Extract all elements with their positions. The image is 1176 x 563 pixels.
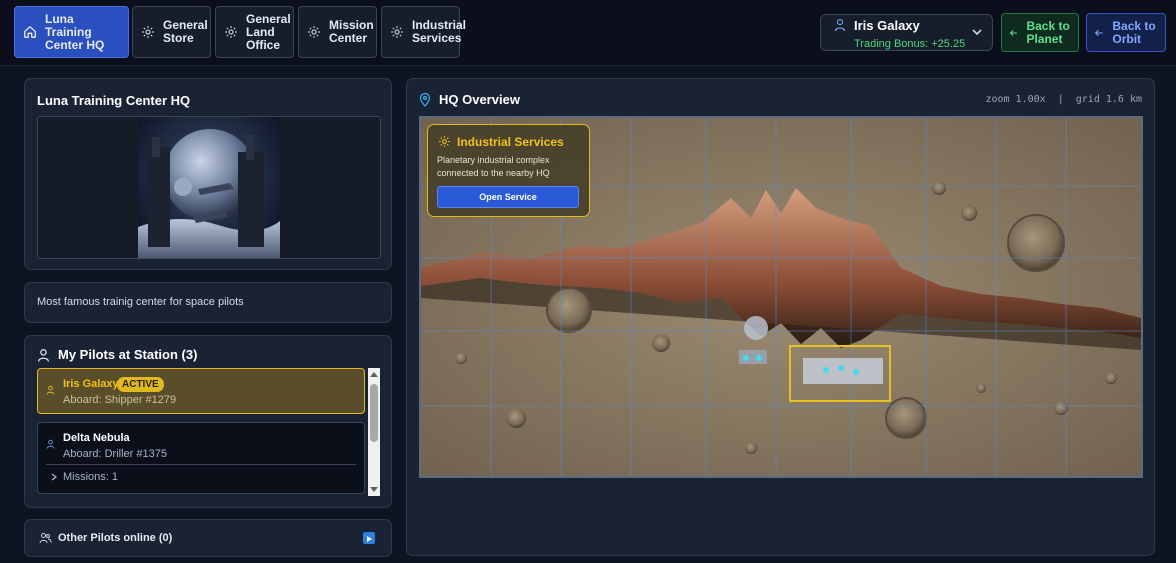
tab-label: Luna Training Center HQ — [45, 11, 105, 52]
tab-general-land-office[interactable]: General Land Office — [215, 6, 294, 58]
pilots-header: My Pilots at Station (3) — [37, 347, 197, 362]
scroll-up-icon[interactable] — [369, 370, 379, 380]
hq-description-card: Most famous trainig center for space pil… — [24, 282, 392, 323]
pilot-name: Iris Galaxy — [63, 378, 119, 390]
expand-toggle[interactable] — [363, 532, 375, 544]
back-to-orbit-button[interactable]: Back to Orbit — [1086, 13, 1166, 52]
hq-image-frame — [37, 116, 381, 259]
selected-building-highlight[interactable] — [789, 345, 891, 402]
my-pilots-card: My Pilots at Station (3) Iris Galaxy ACT… — [24, 335, 392, 508]
map-header: HQ Overview — [419, 92, 520, 107]
popup-description: Planetary industrial complex connected t… — [437, 155, 550, 178]
tab-label: Industrial Services — [412, 18, 467, 45]
hq-image — [138, 117, 280, 258]
tab-general-store[interactable]: General Store — [132, 6, 211, 58]
user-icon — [46, 439, 55, 449]
tab-mission-center[interactable]: Mission Center — [298, 6, 377, 58]
pilot-list: Iris Galaxy ACTIVE Aboard: Shipper #1279… — [37, 368, 380, 496]
tab-label: General Land Office — [246, 11, 291, 52]
user-icon — [46, 385, 55, 395]
gear-icon — [142, 26, 154, 38]
missions-label: Missions: 1 — [63, 471, 119, 483]
hq-title: Luna Training Center HQ — [37, 93, 191, 108]
pilot-list-scrollbar[interactable] — [368, 368, 380, 496]
back-to-planet-button[interactable]: Back to Planet — [1001, 13, 1079, 52]
back-to-orbit-label: Back to Orbit — [1112, 18, 1156, 46]
pilot-selector-dropdown[interactable]: Iris Galaxy Trading Bonus: +25.25 — [820, 14, 993, 51]
gear-icon — [391, 26, 403, 38]
other-pilots-card[interactable]: Other Pilots online (0) — [24, 519, 392, 557]
hq-map-view[interactable]: Industrial Services Planetary industrial… — [419, 116, 1143, 478]
tab-label: Mission Center — [329, 18, 374, 45]
gear-icon — [225, 26, 237, 38]
missions-toggle[interactable]: Missions: 1 — [51, 471, 118, 483]
pilot-name: Iris Galaxy — [854, 18, 920, 33]
user-icon — [834, 18, 846, 32]
scrollbar-thumb[interactable] — [370, 384, 378, 442]
gear-icon — [439, 136, 450, 147]
industrial-services-popup: Industrial Services Planetary industrial… — [427, 124, 590, 217]
pilot-aboard: Aboard: Shipper #1279 — [63, 394, 177, 406]
tab-industrial-services[interactable]: Industrial Services — [381, 6, 466, 58]
user-icon — [38, 348, 49, 362]
pilot-item-iris-galaxy[interactable]: Iris Galaxy ACTIVE Aboard: Shipper #1279 — [37, 368, 365, 414]
users-icon — [39, 533, 52, 544]
chevron-down-icon — [972, 29, 982, 36]
back-to-planet-label: Back to Planet — [1026, 18, 1070, 46]
hq-overview-panel: HQ Overview zoom 1.00x | grid 1.6 km Ind… — [406, 78, 1155, 556]
pilot-item-delta-nebula[interactable]: Delta Nebula Aboard: Driller #1375 Missi… — [37, 422, 365, 494]
tab-luna-training-center-hq[interactable]: Luna Training Center HQ — [14, 6, 129, 58]
popup-title: Industrial Services — [457, 135, 564, 149]
tab-label: General Store — [163, 18, 208, 45]
home-icon — [24, 26, 36, 38]
map-title: HQ Overview — [439, 92, 520, 107]
trading-bonus: Trading Bonus: +25.25 — [854, 38, 966, 50]
map-pin-icon — [419, 92, 431, 107]
open-service-button[interactable]: Open Service — [437, 186, 579, 208]
hq-card: Luna Training Center HQ — [24, 78, 392, 270]
pilot-name: Delta Nebula — [63, 432, 130, 444]
play-icon — [367, 536, 372, 542]
scroll-down-icon[interactable] — [369, 484, 379, 494]
map-zoom-grid-readout: zoom 1.00x | grid 1.6 km — [985, 94, 1142, 105]
pilots-title: My Pilots at Station (3) — [58, 347, 198, 362]
pilot-aboard: Aboard: Driller #1375 — [63, 448, 167, 460]
divider — [46, 464, 356, 465]
arrow-left-icon — [1095, 29, 1103, 36]
arrow-left-icon — [1010, 29, 1017, 36]
top-nav-bar: Luna Training Center HQ General Store Ge… — [0, 0, 1176, 66]
other-pilots-label: Other Pilots online (0) — [58, 532, 173, 544]
gear-icon — [308, 26, 320, 38]
hq-description: Most famous trainig center for space pil… — [37, 296, 244, 308]
active-badge: ACTIVE — [117, 377, 164, 392]
chevron-right-icon — [51, 473, 57, 481]
